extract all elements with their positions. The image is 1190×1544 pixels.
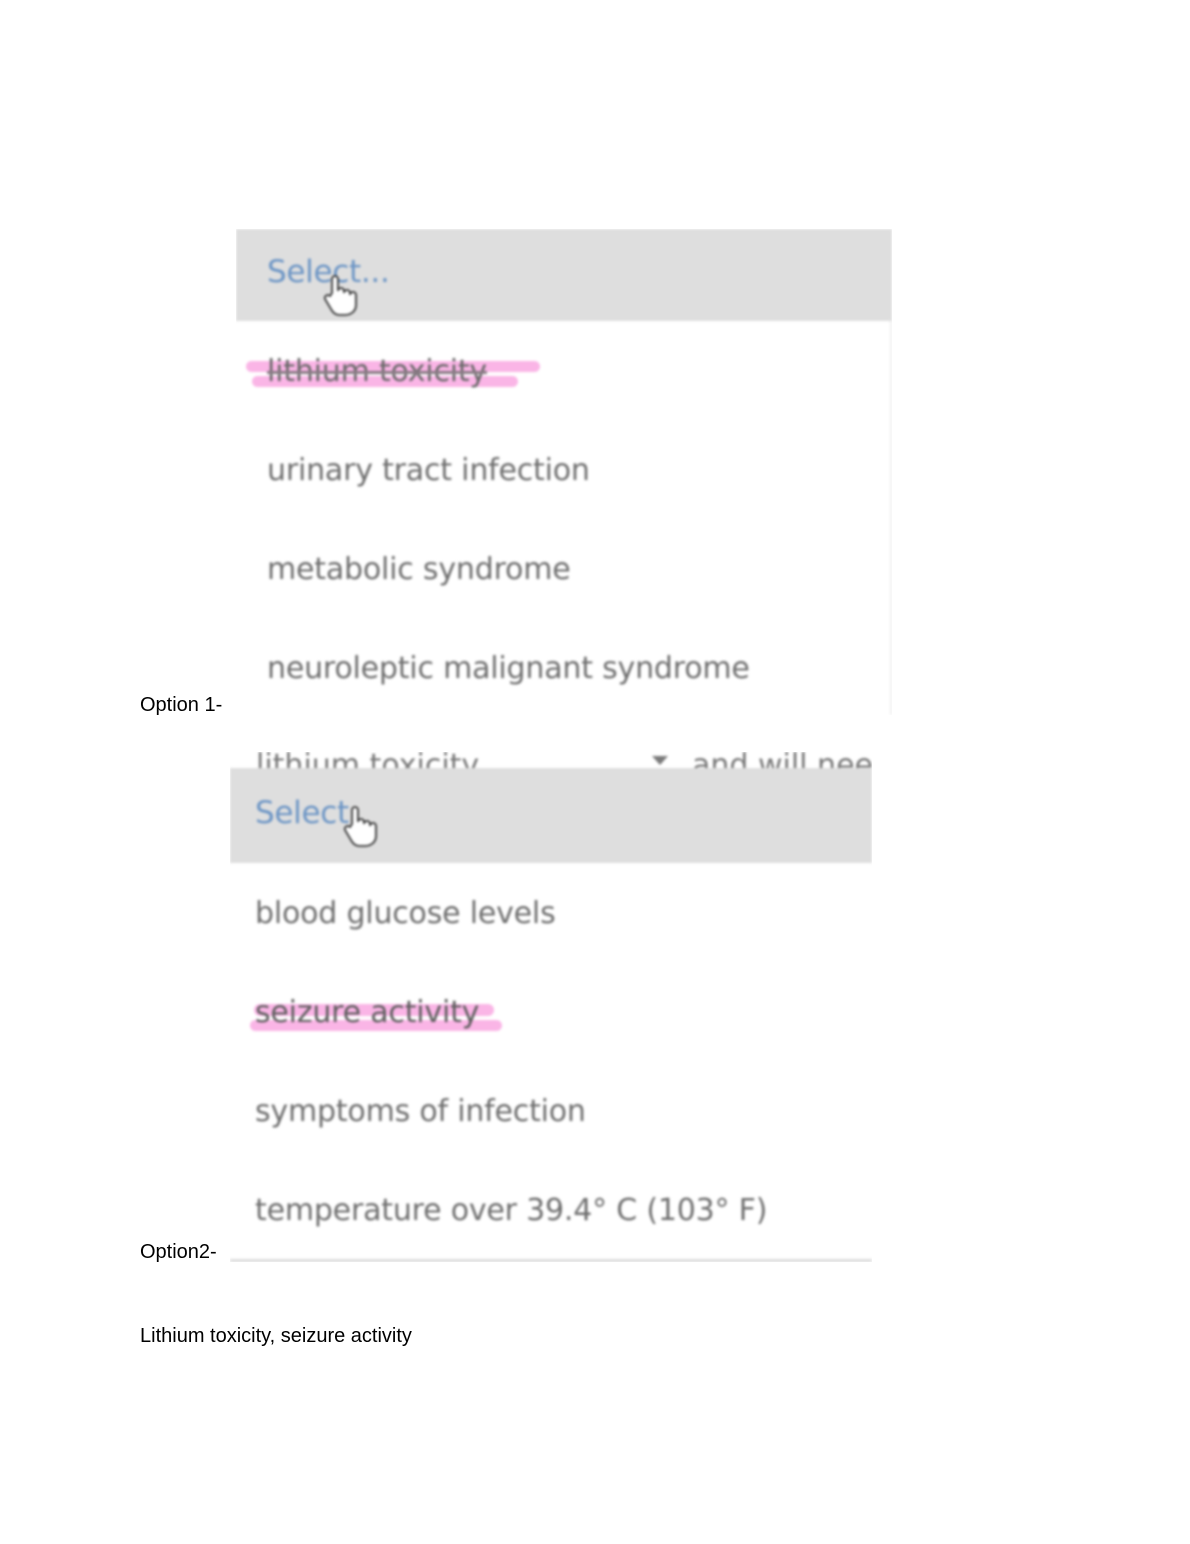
option1-list-item-4[interactable]: neuroleptic malignant syndrome — [236, 618, 892, 715]
option2-item-label: temperature over 39.4° C (103° F) — [255, 1193, 768, 1228]
option2-context-selected: lithium toxicity — [256, 752, 479, 768]
option1-select-field[interactable]: Select... — [236, 229, 892, 321]
option2-select-placeholder: Select — [255, 795, 349, 831]
option2-item-label: symptoms of infection — [255, 1094, 586, 1129]
option1-panel-edge — [890, 321, 892, 715]
option2-select-field[interactable]: Select — [230, 768, 872, 863]
option2-panel-bottom-border — [230, 1259, 872, 1262]
option1-dropdown-screenshot: Select... lithium toxicity urinary tract… — [236, 229, 892, 715]
option2-caption: Option2- — [140, 1241, 217, 1263]
option2-context-following: and will nee — [692, 752, 872, 768]
hand-pointer-icon — [343, 806, 377, 847]
option1-item-label: lithium toxicity — [267, 354, 487, 389]
option1-list-item-2[interactable]: urinary tract infection — [236, 420, 892, 519]
option2-item-label: seizure activity — [255, 995, 480, 1030]
option1-item-label: neuroleptic malignant syndrome — [267, 651, 750, 686]
option2-list-item-2[interactable]: seizure activity — [230, 962, 872, 1061]
caret-down-icon — [652, 756, 668, 765]
hand-pointer-icon — [323, 275, 357, 316]
option2-list-item-3[interactable]: symptoms of infection — [230, 1061, 872, 1160]
option2-context-row: lithium toxicity and will nee — [230, 752, 872, 768]
option2-dropdown-screenshot: lithium toxicity and will nee Select blo… — [230, 752, 872, 1262]
answer-text: Lithium toxicity, seizure activity — [140, 1325, 412, 1347]
option1-list-item-3[interactable]: metabolic syndrome — [236, 519, 892, 618]
option1-item-label: urinary tract infection — [267, 453, 590, 488]
option1-item-label: metabolic syndrome — [267, 552, 571, 587]
option1-list-item-1[interactable]: lithium toxicity — [236, 321, 892, 420]
option1-caption: Option 1- — [140, 694, 223, 716]
option2-list-item-1[interactable]: blood glucose levels — [230, 863, 872, 962]
option2-item-label: blood glucose levels — [255, 896, 556, 931]
option2-list-item-4[interactable]: temperature over 39.4° C (103° F) — [230, 1160, 872, 1259]
